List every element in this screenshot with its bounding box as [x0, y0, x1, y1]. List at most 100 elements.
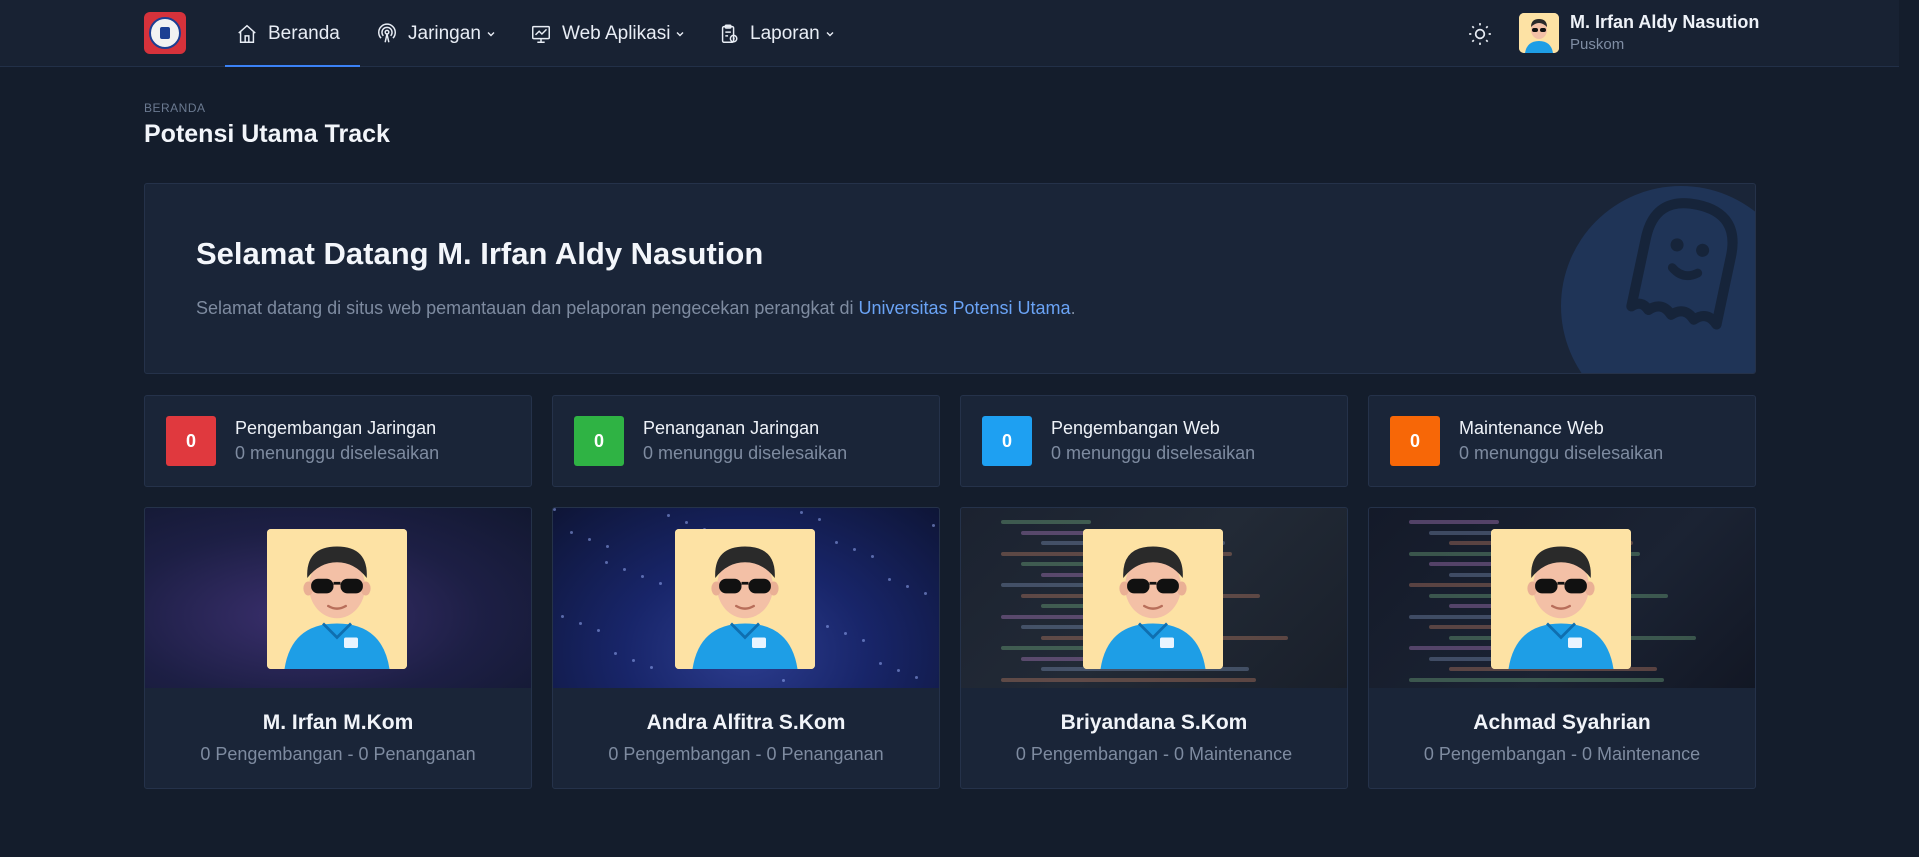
- stat-card-penanganan-jaringan[interactable]: 0 Penanganan Jaringan 0 menunggu diseles…: [552, 395, 940, 487]
- monitor-chart-icon: [532, 25, 550, 43]
- star-dot: [897, 669, 900, 672]
- broadcast-icon: [378, 23, 396, 42]
- team-avatar: [1083, 529, 1223, 669]
- stat-count-badge: 0: [1390, 416, 1440, 466]
- nav-laporan-label: Laporan: [750, 22, 820, 44]
- star-dot: [853, 548, 856, 551]
- home-icon: [238, 24, 256, 43]
- team-avatar: [675, 529, 815, 669]
- team-member-name: M. Irfan M.Kom: [262, 711, 414, 734]
- code-line-decoration: [1409, 520, 1499, 524]
- team-avatar: [1491, 529, 1631, 669]
- stat-label: Pengembangan Web: [1051, 418, 1220, 438]
- team-avatar: [267, 529, 407, 669]
- chevron-down-icon: [676, 31, 684, 36]
- team-member-stats: 0 Pengembangan - 0 Maintenance: [1423, 744, 1701, 764]
- code-line-decoration: [1409, 677, 1664, 682]
- star-dot: [605, 561, 608, 564]
- star-dot: [641, 575, 644, 578]
- nav-beranda[interactable]: Beranda: [225, 0, 360, 67]
- star-dot: [606, 545, 609, 548]
- stat-count-badge: 0: [574, 416, 624, 466]
- star-dot: [659, 582, 662, 585]
- nav-jaringan[interactable]: Jaringan: [376, 0, 496, 67]
- star-dot: [862, 639, 865, 642]
- star-dot: [871, 555, 874, 558]
- stat-card-pengembangan-web[interactable]: 0 Pengembangan Web 0 menunggu diselesaik…: [960, 395, 1348, 487]
- top-navbar: Beranda Jaringan Web Aplikasi Laporan M.…: [0, 0, 1899, 67]
- team-member-stats: 0 Pengembangan - 0 Penanganan: [200, 744, 476, 764]
- ghost-icon: [1626, 198, 1738, 330]
- star-dot: [623, 568, 626, 571]
- star-dot: [650, 666, 653, 669]
- chevron-down-icon: [487, 31, 495, 36]
- stat-card-pengembangan-jaringan[interactable]: 0 Pengembangan Jaringan 0 menunggu disel…: [144, 395, 532, 487]
- theme-toggle-button[interactable]: [1467, 21, 1493, 47]
- star-dot: [597, 629, 600, 632]
- user-role: Puskom: [1570, 36, 1625, 53]
- star-dot: [667, 514, 670, 517]
- clipboard-icon: [721, 24, 738, 43]
- university-link[interactable]: Universitas Potensi Utama: [858, 298, 1070, 318]
- stat-label: Pengembangan Jaringan: [235, 418, 437, 438]
- nav-beranda-label: Beranda: [268, 22, 340, 44]
- star-dot: [553, 508, 556, 511]
- nav-web-aplikasi[interactable]: Web Aplikasi: [530, 0, 685, 67]
- welcome-text-after: .: [1070, 298, 1076, 318]
- team-member-name: Achmad Syahrian: [1473, 711, 1651, 734]
- stat-label: Maintenance Web: [1459, 418, 1604, 438]
- star-dot: [844, 632, 847, 635]
- star-dot: [570, 531, 573, 534]
- stat-subtext: 0 menunggu diselesaikan: [643, 443, 848, 463]
- star-dot: [818, 518, 821, 521]
- sun-icon: [1469, 23, 1491, 45]
- team-card[interactable]: M. Irfan M.Kom 0 Pengembangan - 0 Penang…: [144, 507, 532, 789]
- star-dot: [932, 524, 935, 527]
- star-dot: [588, 538, 591, 541]
- user-name[interactable]: M. Irfan Aldy Nasution: [1570, 12, 1759, 33]
- welcome-title: Selamat Datang M. Irfan Aldy Nasution: [196, 236, 764, 271]
- star-dot: [906, 585, 909, 588]
- star-dot: [888, 578, 891, 581]
- star-dot: [800, 511, 803, 514]
- stat-subtext: 0 menunggu diselesaikan: [1459, 443, 1664, 463]
- avatar-illustration: [1519, 13, 1559, 53]
- star-dot: [915, 676, 918, 679]
- star-dot: [561, 615, 564, 618]
- team-member-name: Andra Alfitra S.Kom: [646, 711, 846, 734]
- nav-jaringan-label: Jaringan: [408, 22, 481, 44]
- code-line-decoration: [1001, 520, 1091, 524]
- star-dot: [579, 622, 582, 625]
- team-member-stats: 0 Pengembangan - 0 Penanganan: [608, 744, 884, 764]
- star-dot: [614, 652, 617, 655]
- star-dot: [782, 679, 785, 682]
- welcome-text-before: Selamat datang di situs web pemantauan d…: [196, 298, 859, 318]
- user-avatar[interactable]: [1519, 13, 1559, 53]
- nav-web-aplikasi-label: Web Aplikasi: [562, 22, 671, 44]
- chevron-down-icon: [826, 31, 834, 36]
- stat-card-maintenance-web[interactable]: 0 Maintenance Web 0 menunggu diselesaika…: [1368, 395, 1756, 487]
- team-card[interactable]: Briyandana S.Kom 0 Pengembangan - 0 Main…: [960, 507, 1348, 789]
- star-dot: [879, 662, 882, 665]
- team-member-name: Briyandana S.Kom: [1060, 711, 1248, 734]
- team-member-stats: 0 Pengembangan - 0 Maintenance: [1015, 744, 1293, 764]
- star-dot: [632, 659, 635, 662]
- stat-label: Penanganan Jaringan: [643, 418, 820, 438]
- stat-subtext: 0 menunggu diselesaikan: [1051, 443, 1256, 463]
- star-dot: [826, 625, 829, 628]
- page-title: Potensi Utama Track: [144, 120, 390, 148]
- stat-subtext: 0 menunggu diselesaikan: [235, 443, 440, 463]
- welcome-text: Selamat datang di situs web pemantauan d…: [196, 298, 1076, 319]
- team-card[interactable]: Andra Alfitra S.Kom 0 Pengembangan - 0 P…: [552, 507, 940, 789]
- code-line-decoration: [1001, 677, 1256, 682]
- star-dot: [835, 541, 838, 544]
- nav-laporan[interactable]: Laporan: [718, 0, 835, 67]
- star-dot: [924, 592, 927, 595]
- star-dot: [685, 521, 688, 524]
- breadcrumb: BERANDA: [144, 101, 206, 115]
- stat-count-badge: 0: [982, 416, 1032, 466]
- stat-count-badge: 0: [166, 416, 216, 466]
- welcome-card: Selamat Datang M. Irfan Aldy Nasution Se…: [144, 183, 1756, 374]
- team-card[interactable]: Achmad Syahrian 0 Pengembangan - 0 Maint…: [1368, 507, 1756, 789]
- university-logo[interactable]: [144, 12, 186, 54]
